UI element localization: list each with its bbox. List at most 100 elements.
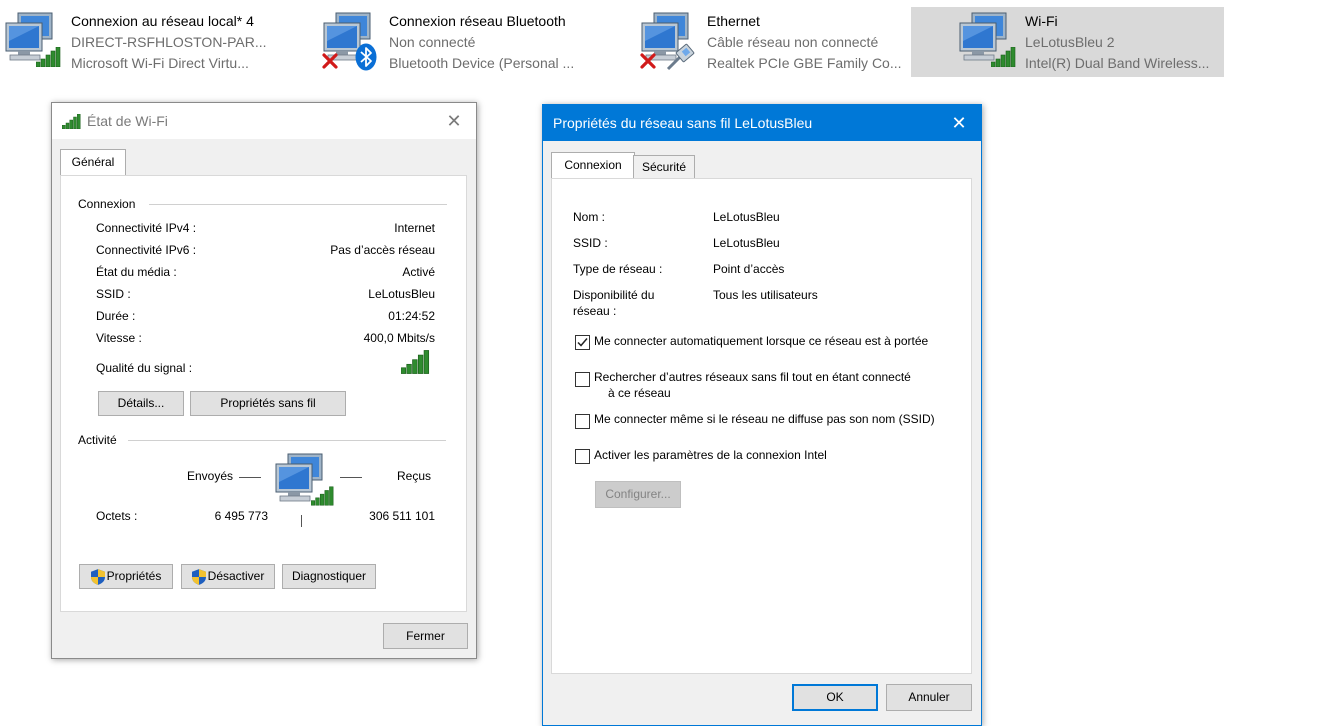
button-label: Fermer [406,629,445,643]
wifi-signal-icon [311,486,335,506]
signal-quality-label: Qualité du signal : [96,361,193,375]
button-label: OK [826,690,844,704]
availability-label: Disponibilité du [573,288,655,302]
ok-button[interactable]: OK [792,684,878,711]
availability-value: Tous les utilisateurs [713,288,818,302]
wireless-properties-dialog: Propriétés du réseau sans fil LeLotusBle… [542,104,982,726]
connection-name: Connexion au réseau local* 4 [71,13,254,29]
button-label: Annuler [908,690,950,704]
speed-label: Vitesse : [96,331,142,345]
uac-shield-icon [192,569,206,585]
tab-connexion[interactable]: Connexion [551,152,635,179]
connection-device: Intel(R) Dual Band Wireless... [1025,55,1210,71]
auto-connect-label: Me connecter automatiquement lorsque ce … [594,334,929,348]
connection-status: Câble réseau non connecté [707,34,879,50]
group-activite-label: Activité [78,433,117,447]
tab-panel: Nom : LeLotusBleu SSID : LeLotusBleu Typ… [551,178,972,674]
connection-status: DIRECT-RSFHLOSTON-PAR... [71,34,267,50]
details-button[interactable]: Détails... [98,391,184,416]
wifi-signal-icon [36,47,62,67]
sent-line [239,477,261,478]
ipv6-value: Pas d’accès réseau [330,243,435,257]
connection-tile-local4[interactable]: Connexion au réseau local* 4 DIRECT-RSFH… [0,7,300,77]
activity-divider [301,515,302,527]
ipv4-label: Connectivité IPv4 : [96,221,197,235]
auto-connect-checkbox[interactable] [575,335,590,350]
network-cable-icon [666,43,695,71]
wifi-status-dialog: État de Wi-Fi ✕ Général Connexion Connec… [51,102,477,659]
connection-name: Ethernet [707,13,760,29]
ipv4-value: Internet [394,221,435,235]
title-bar: Propriétés du réseau sans fil LeLotusBle… [543,105,981,141]
group-connexion-label: Connexion [78,197,136,211]
close-button[interactable]: Fermer [383,623,468,649]
bytes-sent-value: 6 495 773 [214,509,268,523]
media-state-value: Activé [402,265,435,279]
tab-securite[interactable]: Sécurité [633,155,695,179]
wifi-signal-icon [991,47,1017,67]
speed-value: 400,0 Mbits/s [363,331,435,345]
close-icon[interactable]: ✕ [937,105,981,141]
properties-button[interactable]: Propriétés [79,564,173,589]
look-for-other-networks-label: Rechercher d’autres réseaux sans fil tou… [594,370,911,384]
ssid-value: LeLotusBleu [713,236,780,250]
connection-status: Non connecté [389,34,476,50]
duration-label: Durée : [96,309,136,323]
error-x-icon [322,53,338,69]
ssid-label: SSID : [573,236,608,250]
connection-name: Wi-Fi [1025,13,1058,29]
connection-tile-ethernet[interactable]: Ethernet Câble réseau non connecté Realt… [636,7,902,77]
connection-tile-bluetooth[interactable]: Connexion réseau Bluetooth Non connecté … [318,7,618,77]
duration-value: 01:24:52 [388,309,435,323]
group-divider [128,440,446,441]
button-label: Détails... [117,396,165,410]
button-label: Diagnostiquer [291,569,367,583]
ssid-label: SSID : [96,287,131,301]
group-divider [149,204,447,205]
intel-settings-label: Activer les paramètres de la connexion I… [594,448,827,462]
diagnose-button[interactable]: Diagnostiquer [282,564,376,589]
tab-panel: Connexion Connectivité IPv4 : Internet C… [60,175,467,612]
connection-tile-wifi[interactable]: Wi-Fi LeLotusBleu 2 Intel(R) Dual Band W… [911,7,1224,77]
configure-button[interactable]: Configurer... [595,481,681,508]
cancel-button[interactable]: Annuler [886,684,972,711]
button-label: Configurer... [605,487,671,501]
wireless-properties-button[interactable]: Propriétés sans fil [190,391,346,416]
connection-status: LeLotusBleu 2 [1025,34,1115,50]
network-type-label: Type de réseau : [573,262,663,276]
availability-label-cont: réseau : [573,304,617,318]
tab-label: Général [71,155,115,169]
checkmark-icon [577,338,588,347]
connection-device: Bluetooth Device (Personal ... [389,55,575,71]
button-label: Propriétés [106,569,162,583]
disable-button[interactable]: Désactiver [181,564,275,589]
ssid-value: LeLotusBleu [368,287,435,301]
received-label: Reçus [397,469,432,483]
signal-strength-icon [401,350,431,374]
connect-hidden-ssid-checkbox[interactable] [575,414,590,429]
button-label: Propriétés sans fil [220,396,316,410]
close-icon[interactable]: ✕ [432,103,476,139]
network-type-value: Point d’accès [713,262,785,276]
uac-shield-icon [91,569,105,585]
tab-general[interactable]: Général [60,149,126,176]
connection-name: Connexion réseau Bluetooth [389,13,566,29]
intel-settings-checkbox[interactable] [575,449,590,464]
name-label: Nom : [573,210,606,224]
tab-label: Sécurité [641,160,687,174]
bytes-label: Octets : [96,509,138,523]
look-for-other-networks-label-cont: à ce réseau [608,386,671,400]
wifi-signal-icon [62,114,82,129]
media-state-label: État du média : [96,265,177,279]
connection-device: Microsoft Wi-Fi Direct Virtu... [71,55,249,71]
received-line [340,477,362,478]
title-bar: État de Wi-Fi ✕ [52,103,476,139]
sent-label: Envoyés [187,469,234,483]
connection-device: Realtek PCIe GBE Family Co... [707,55,902,71]
window-title: Propriétés du réseau sans fil LeLotusBle… [553,115,813,131]
connect-hidden-ssid-label: Me connecter même si le réseau ne diffus… [594,412,935,426]
error-x-icon [640,53,656,69]
look-for-other-networks-checkbox[interactable] [575,372,590,387]
bluetooth-icon [355,43,377,71]
bytes-received-value: 306 511 101 [369,509,435,523]
